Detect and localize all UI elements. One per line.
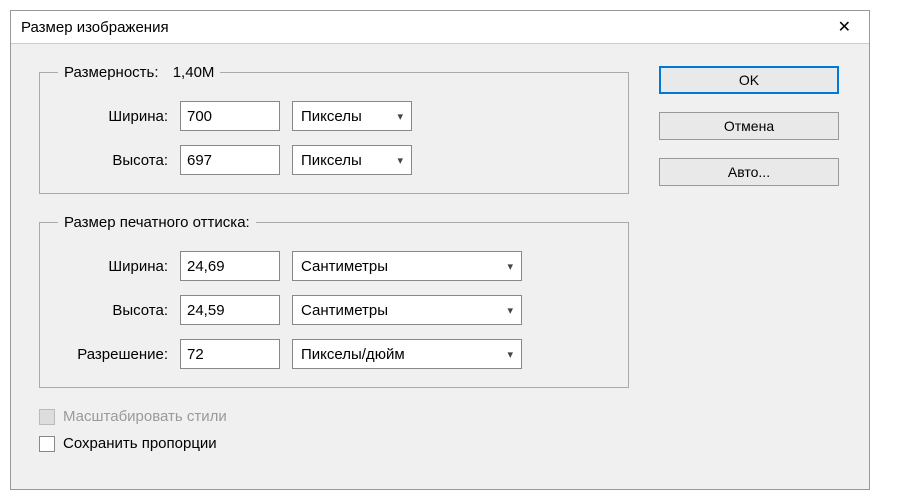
print-height-unit-select[interactable]: Сантиметры ▾ (292, 295, 522, 325)
print-height-label: Высота: (58, 302, 168, 319)
print-size-legend: Размер печатного оттиска: (58, 214, 256, 231)
print-width-unit-select[interactable]: Сантиметры ▾ (292, 251, 522, 281)
pixel-height-unit-select[interactable]: Пикселы ▾ (292, 145, 412, 175)
resolution-label: Разрешение: (58, 346, 168, 363)
chevron-down-icon: ▾ (389, 110, 411, 123)
scale-styles-label: Масштабировать стили (63, 408, 227, 425)
pixel-dimensions-legend-text: Размерность: (64, 64, 159, 81)
print-width-unit-text: Сантиметры (293, 258, 499, 275)
pixel-height-input[interactable] (180, 145, 280, 175)
print-height-unit-text: Сантиметры (293, 302, 499, 319)
print-size-group: Размер печатного оттиска: Ширина: Сантим… (39, 214, 629, 388)
pixel-width-input[interactable] (180, 101, 280, 131)
pixel-width-label: Ширина: (58, 108, 168, 125)
pixel-width-unit-text: Пикселы (293, 108, 389, 125)
print-width-input[interactable] (180, 251, 280, 281)
titlebar: Размер изображения ✕ (11, 11, 869, 44)
resolution-unit-select[interactable]: Пикселы/дюйм ▾ (292, 339, 522, 369)
chevron-down-icon: ▾ (499, 304, 521, 317)
pixel-height-label: Высота: (58, 152, 168, 169)
pixel-dimensions-group: Размерность: 1,40M Ширина: Пикселы ▾ Выс… (39, 64, 629, 194)
chevron-down-icon: ▾ (499, 260, 521, 273)
resolution-input[interactable] (180, 339, 280, 369)
chevron-down-icon: ▾ (389, 154, 411, 167)
pixel-width-unit-select[interactable]: Пикселы ▾ (292, 101, 412, 131)
close-icon[interactable]: ✕ (830, 17, 859, 37)
constrain-proportions-checkbox[interactable] (39, 436, 55, 452)
pixel-dimensions-legend: Размерность: 1,40M (58, 64, 220, 81)
constrain-proportions-label: Сохранить пропорции (63, 435, 217, 452)
ok-button[interactable]: OK (659, 66, 839, 94)
pixel-height-unit-text: Пикселы (293, 152, 389, 169)
pixel-dimensions-total: 1,40M (173, 64, 215, 81)
cancel-button[interactable]: Отмена (659, 112, 839, 140)
scale-styles-checkbox (39, 409, 55, 425)
print-width-label: Ширина: (58, 258, 168, 275)
resolution-unit-text: Пикселы/дюйм (293, 346, 499, 363)
dialog-title: Размер изображения (21, 19, 169, 36)
auto-button[interactable]: Авто... (659, 158, 839, 186)
print-height-input[interactable] (180, 295, 280, 325)
chevron-down-icon: ▾ (499, 348, 521, 361)
image-size-dialog: Размер изображения ✕ Размерность: 1,40M … (10, 10, 870, 490)
